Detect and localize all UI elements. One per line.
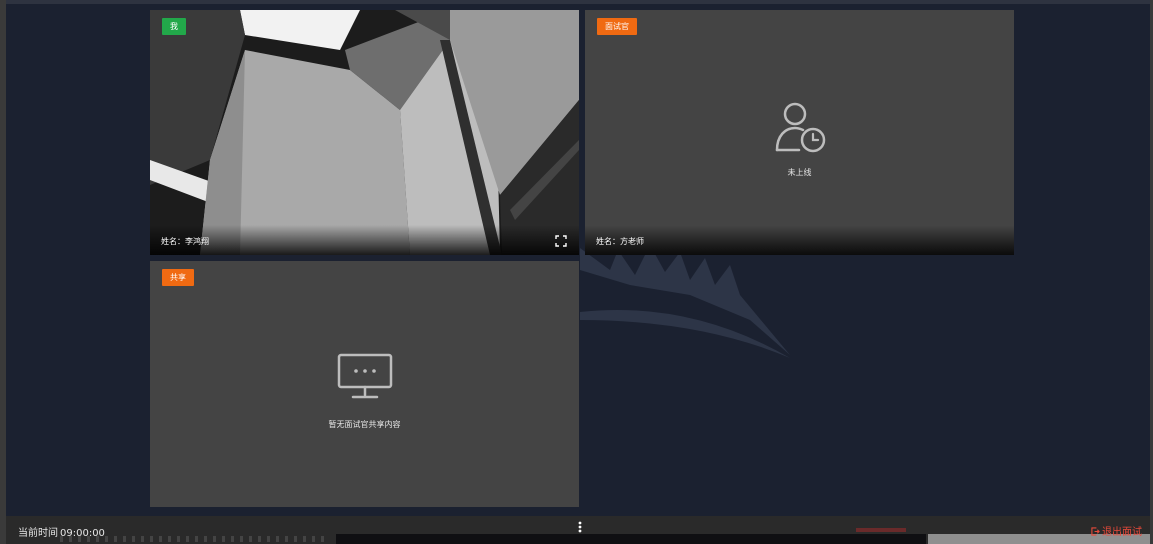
video-tile-me[interactable]: 我 姓名：李鸿翔 — [150, 10, 579, 255]
share-empty-status: 暂无面试官共享内容 — [328, 420, 401, 429]
monitor-icon — [337, 353, 392, 399]
bottom-toolbar: 当前时间 09:00:00 退出面试 — [6, 516, 1150, 544]
role-badge-share: 共享 — [162, 269, 194, 286]
name-bar — [585, 225, 1014, 255]
offline-status: 未上线 — [787, 168, 812, 177]
render-artifact — [60, 536, 330, 542]
render-artifact — [336, 534, 926, 544]
left-edge — [0, 0, 6, 544]
role-badge-interviewer: 面试官 — [597, 18, 637, 35]
render-artifact — [856, 528, 906, 532]
exit-icon — [1091, 527, 1100, 536]
background-logo-watermark — [580, 245, 790, 358]
current-time-label: 当前时间 — [18, 528, 58, 539]
camera-feed — [150, 10, 579, 255]
top-border — [0, 0, 1153, 4]
role-badge-me: 我 — [162, 18, 186, 35]
exit-interview-label: 退出面试 — [1102, 527, 1142, 538]
video-tile-interviewer[interactable]: 面试官 未上线 姓名：方老师 — [585, 10, 1014, 255]
user-clock-icon — [775, 102, 825, 153]
participant-name-me: 姓名：李鸿翔 — [161, 237, 209, 246]
screen-share-tile[interactable]: 共享 暂无面试官共享内容 — [150, 261, 579, 507]
fullscreen-icon[interactable] — [555, 235, 567, 247]
participant-name-interviewer: 姓名：方老师 — [596, 237, 644, 246]
exit-interview-button[interactable]: 退出面试 — [1091, 523, 1142, 538]
name-bar — [150, 225, 579, 255]
more-vertical-icon[interactable] — [578, 521, 582, 533]
